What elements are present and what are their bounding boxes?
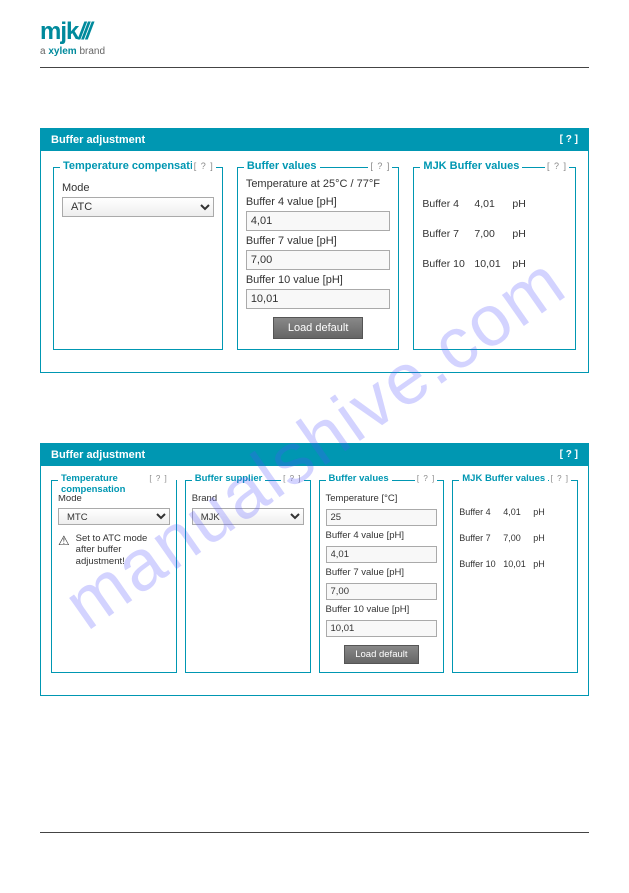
fieldset-legend: Buffer values (326, 473, 392, 484)
panel-header: Buffer adjustment [ ? ] (41, 444, 588, 466)
brand-select[interactable]: MJK (192, 508, 304, 525)
mjk-row: Buffer 44,01pH (422, 198, 567, 210)
buffer10-label: Buffer 10 value [pH] (326, 604, 438, 615)
fieldset-help-icon[interactable]: [ ? ] (192, 161, 216, 171)
buffer4-label: Buffer 4 value [pH] (326, 530, 438, 541)
tagline: a xylem brand (40, 46, 589, 57)
buffer10-input[interactable] (326, 620, 438, 637)
mjk-row: Buffer 44,01pH (459, 507, 571, 517)
panel-help-icon[interactable]: [ ? ] (560, 134, 578, 146)
mode-select[interactable]: ATC (62, 197, 214, 217)
buffer7-input[interactable] (246, 250, 391, 270)
load-default-button[interactable]: Load default (273, 317, 364, 339)
mjk-buffer-values-group: MJK Buffer values [ ? ] Buffer 44,01pH B… (452, 480, 578, 673)
fieldset-help-icon[interactable]: [ ? ] (549, 474, 571, 483)
fieldset-help-icon[interactable]: [ ? ] (415, 474, 437, 483)
mjk-row: Buffer 1010,01pH (459, 559, 571, 569)
load-default-button[interactable]: Load default (344, 645, 418, 664)
brand-label: Brand (192, 493, 304, 504)
fieldset-legend: MJK Buffer values (459, 473, 548, 484)
buffer-adjustment-panel-2: Buffer adjustment [ ? ] Temperature comp… (40, 443, 589, 696)
footer-divider (40, 832, 589, 833)
buffer7-label: Buffer 7 value [pH] (326, 567, 438, 578)
temp-compensation-group: Temperature compensation [ ? ] Mode ATC (53, 167, 223, 350)
fieldset-help-icon[interactable]: [ ? ] (368, 161, 392, 171)
temperature-text: Temperature at 25°C / 77°F (246, 178, 391, 190)
logo-slashes: /// (78, 18, 89, 45)
buffer-adjustment-panel-1: Buffer adjustment [ ? ] Temperature comp… (40, 128, 589, 373)
mode-label: Mode (62, 182, 214, 194)
temp-compensation-group: Temperature compensation [ ? ] Mode MTC … (51, 480, 177, 673)
temperature-input[interactable] (326, 509, 438, 526)
fieldset-legend: Buffer values (244, 160, 320, 172)
buffer-values-group: Buffer values [ ? ] Temperature at 25°C … (237, 167, 400, 350)
buffer4-input[interactable] (246, 211, 391, 231)
mode-select[interactable]: MTC (58, 508, 170, 525)
fieldset-legend: Buffer supplier (192, 473, 266, 484)
header-divider (40, 67, 589, 68)
panel-title: Buffer adjustment (51, 449, 145, 461)
fieldset-help-icon[interactable]: [ ? ] (147, 474, 169, 483)
fieldset-legend: MJK Buffer values (420, 160, 522, 172)
panel-help-icon[interactable]: [ ? ] (560, 449, 578, 461)
warning-icon: ⚠ (58, 533, 70, 549)
mjk-row: Buffer 1010,01pH (422, 258, 567, 270)
mjk-row: Buffer 77,00pH (422, 228, 567, 240)
header: mjk/// a xylem brand (0, 0, 629, 63)
buffer7-input[interactable] (326, 583, 438, 600)
warning-row: ⚠ Set to ATC mode after buffer adjustmen… (58, 533, 170, 567)
fieldset-legend: Temperature compensation (60, 160, 209, 172)
panel-title: Buffer adjustment (51, 134, 145, 146)
logo-text: mjk (40, 18, 78, 45)
mjk-row: Buffer 77,00pH (459, 533, 571, 543)
panel-header: Buffer adjustment [ ? ] (41, 129, 588, 151)
logo: mjk/// (40, 18, 589, 46)
warning-text: Set to ATC mode after buffer adjustment! (76, 533, 170, 567)
buffer4-input[interactable] (326, 546, 438, 563)
buffer10-input[interactable] (246, 289, 391, 309)
fieldset-help-icon[interactable]: [ ? ] (281, 474, 303, 483)
buffer-supplier-group: Buffer supplier [ ? ] Brand MJK (185, 480, 311, 673)
buffer10-label: Buffer 10 value [pH] (246, 274, 391, 286)
buffer7-label: Buffer 7 value [pH] (246, 235, 391, 247)
buffer4-label: Buffer 4 value [pH] (246, 196, 391, 208)
temperature-label: Temperature [°C] (326, 493, 438, 504)
mjk-buffer-values-group: MJK Buffer values [ ? ] Buffer 44,01pH B… (413, 167, 576, 350)
buffer-values-group: Buffer values [ ? ] Temperature [°C] Buf… (319, 480, 445, 673)
fieldset-help-icon[interactable]: [ ? ] (545, 161, 569, 171)
